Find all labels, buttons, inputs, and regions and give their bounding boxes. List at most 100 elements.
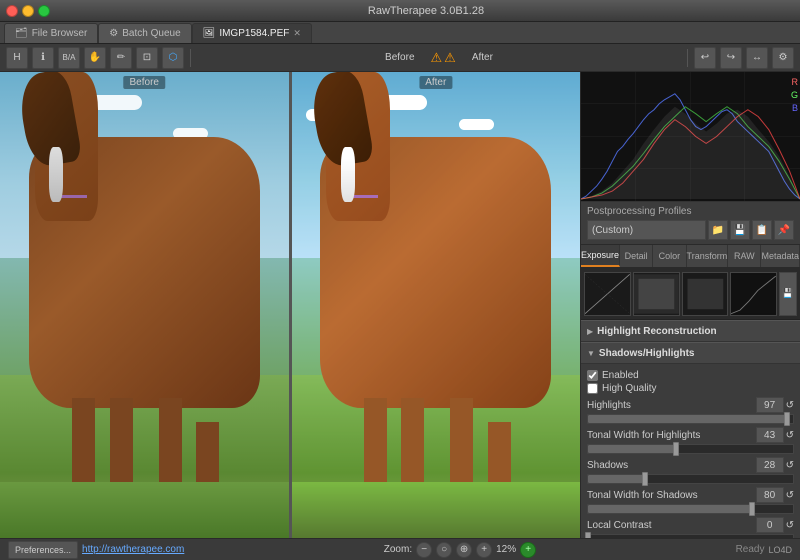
close-button[interactable] [6, 5, 18, 17]
tonal-highlights-value[interactable] [756, 427, 784, 443]
app-title: RawTherapee 3.0B1.28 [58, 5, 794, 17]
titlebar: RawTherapee 3.0B1.28 [0, 0, 800, 22]
tab-close-icon[interactable]: ✕ [293, 28, 301, 39]
tool-select[interactable]: ⊡ [136, 47, 158, 69]
shadows-thumb[interactable] [642, 472, 648, 486]
high-quality-checkbox[interactable] [587, 383, 598, 394]
curve-1[interactable] [584, 272, 631, 316]
tool-rotate-right[interactable]: ↪ [720, 47, 742, 69]
curve-save-btn[interactable]: 💾 [779, 272, 797, 316]
shadows-track[interactable] [587, 474, 794, 484]
shadows-reset[interactable]: ↺ [786, 460, 794, 471]
zoom-fit-btn[interactable]: ○ [436, 542, 452, 558]
local-contrast-reset[interactable]: ↺ [786, 520, 794, 531]
warning-icon-2: ⚠ [444, 50, 456, 66]
curve-2[interactable] [633, 272, 680, 316]
preferences-button[interactable]: Preferences... [8, 541, 78, 559]
highlight-recon-header[interactable]: ▶ Highlight Reconstruction [581, 320, 800, 342]
local-contrast-track[interactable] [587, 534, 794, 538]
maximize-button[interactable] [38, 5, 50, 17]
tab-detail[interactable]: Detail [620, 245, 653, 267]
local-contrast-value[interactable] [756, 517, 784, 533]
curve-raw[interactable] [730, 272, 777, 316]
profile-copy-btn[interactable]: 📋 [752, 220, 772, 240]
tab-image[interactable]: 🖼 IMGP1584.PEF ✕ [192, 23, 312, 43]
tonal-highlights-value-box: ↺ [756, 427, 794, 443]
profile-save-btn[interactable]: 💾 [730, 220, 750, 240]
tonal-shadows-label-row: Tonal Width for Shadows ↺ [587, 487, 794, 503]
tonal-shadows-track[interactable] [587, 504, 794, 514]
tab-metadata[interactable]: Metadata [761, 245, 800, 267]
tab-exposure[interactable]: Exposure [581, 245, 620, 267]
bottom-right: Ready LO4D [736, 544, 792, 555]
tab-color[interactable]: Color [653, 245, 686, 267]
tool-pan[interactable]: ✋ [84, 47, 106, 69]
tonal-shadows-thumb[interactable] [749, 502, 755, 516]
zoom-in-btn[interactable]: + [476, 542, 492, 558]
tonal-highlights-track[interactable] [587, 444, 794, 454]
tonal-highlights-reset[interactable]: ↺ [786, 430, 794, 441]
zoom-plus-large[interactable]: + [520, 542, 536, 558]
tab-transform[interactable]: Transform [687, 245, 729, 267]
tool-rotate-left[interactable]: ↩ [694, 47, 716, 69]
shadows-label: Shadows [587, 460, 628, 471]
bottom-center: Zoom: − ○ ⊕ + 12% + [384, 542, 536, 558]
image-panels: Before [0, 72, 580, 538]
tab-raw[interactable]: RAW [728, 245, 761, 267]
tool-h[interactable]: H [6, 47, 28, 69]
tool-settings[interactable]: ⚙ [772, 47, 794, 69]
bottom-left: Preferences... http://rawtherapee.com [8, 541, 184, 559]
tool-crop[interactable]: ✏ [110, 47, 132, 69]
window-controls [6, 5, 50, 17]
website-link[interactable]: http://rawtherapee.com [82, 544, 184, 555]
after-image[interactable] [292, 72, 581, 538]
highlight-recon-arrow: ▶ [587, 327, 593, 336]
zoom-value: 12% [496, 544, 516, 555]
main-toolbar: H ℹ B/A ✋ ✏ ⊡ ⬡ Before ⚠ ⚠ After ↩ ↪ ↔ ⚙ [0, 44, 800, 72]
shadows-highlights-header[interactable]: ▼ Shadows/Highlights [581, 342, 800, 364]
profile-select[interactable]: (Custom) [587, 220, 706, 240]
shadows-title: Shadows/Highlights [599, 348, 695, 359]
tool-flip[interactable]: ↔ [746, 47, 768, 69]
profiles-row: (Custom) 📁 💾 📋 📌 [587, 220, 794, 240]
warning-icons: ⚠ ⚠ [431, 50, 456, 66]
tonal-shadows-reset[interactable]: ↺ [786, 490, 794, 501]
tonal-highlights-slider-row: Tonal Width for Highlights ↺ [587, 427, 794, 454]
tool-info[interactable]: ℹ [32, 47, 54, 69]
zoom-100-btn[interactable]: ⊕ [456, 542, 472, 558]
highlights-fill [588, 415, 787, 423]
curve-2-svg [634, 273, 679, 315]
profile-open-btn[interactable]: 📁 [708, 220, 728, 240]
profiles-label: Postprocessing Profiles [587, 206, 794, 217]
highlights-value[interactable] [756, 397, 784, 413]
hist-r-label: R [792, 77, 799, 87]
profiles-section: Postprocessing Profiles (Custom) 📁 💾 📋 📌 [581, 202, 800, 245]
tab-file-browser[interactable]: 🗂 File Browser [4, 23, 98, 43]
tool-ba[interactable]: B/A [58, 47, 80, 69]
zoom-out-btn[interactable]: − [416, 542, 432, 558]
before-image[interactable] [0, 72, 289, 538]
local-contrast-thumb[interactable] [585, 532, 591, 538]
enabled-checkbox[interactable] [587, 370, 598, 381]
highlight-recon-title: Highlight Reconstruction [597, 326, 716, 337]
highlights-thumb[interactable] [784, 412, 790, 426]
tonal-shadows-slider-row: Tonal Width for Shadows ↺ [587, 487, 794, 514]
shadows-value[interactable] [756, 457, 784, 473]
tonal-highlights-thumb[interactable] [673, 442, 679, 456]
curve-3[interactable] [682, 272, 729, 316]
settings-scroll[interactable]: ▶ Highlight Reconstruction ▼ Shadows/Hig… [581, 320, 800, 538]
profile-paste-btn[interactable]: 📌 [774, 220, 794, 240]
shadows-value-box: ↺ [756, 457, 794, 473]
main-area: Before [0, 72, 800, 538]
tonal-highlights-label: Tonal Width for Highlights [587, 430, 700, 441]
tool-wb[interactable]: ⬡ [162, 47, 184, 69]
batch-icon: ⚙ [109, 28, 118, 39]
blaze [49, 147, 63, 203]
highlights-track[interactable] [587, 414, 794, 424]
toolbar-separator [190, 49, 191, 67]
minimize-button[interactable] [22, 5, 34, 17]
enabled-label: Enabled [602, 370, 639, 381]
tonal-shadows-value[interactable] [756, 487, 784, 503]
highlights-reset[interactable]: ↺ [786, 400, 794, 411]
tab-batch-queue[interactable]: ⚙ Batch Queue [98, 23, 191, 43]
